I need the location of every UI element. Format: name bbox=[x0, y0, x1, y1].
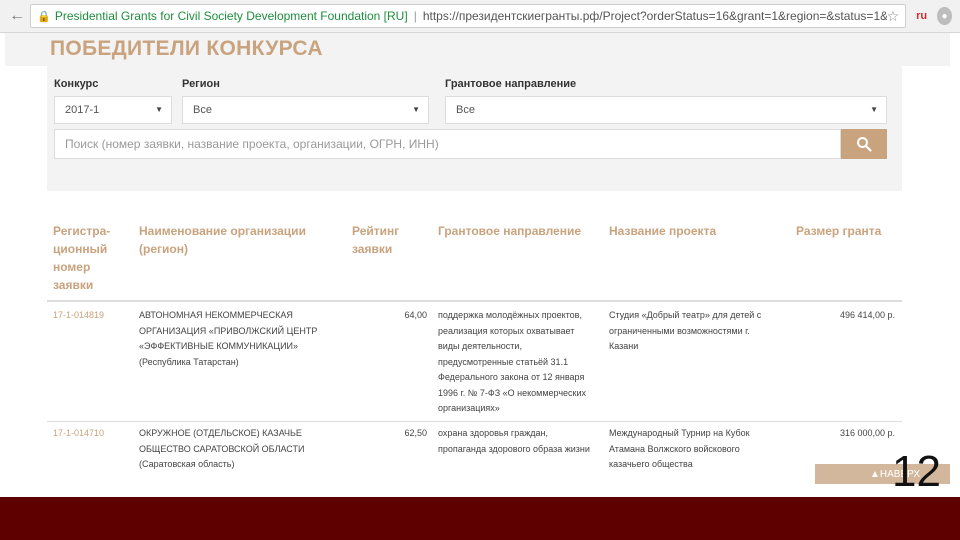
extension-ru-icon[interactable]: ru bbox=[916, 10, 927, 22]
browser-address-bar: ← 🔒 Presidential Grants for Civil Societ… bbox=[0, 0, 960, 33]
extension-profile-icon[interactable]: ● bbox=[937, 7, 952, 25]
rating-cell: 64,00 bbox=[404, 310, 427, 320]
region-label: Регион bbox=[182, 78, 220, 90]
reg-number-link[interactable]: 17-1-014819 bbox=[53, 308, 133, 324]
site-name: Presidential Grants for Civil Society De… bbox=[54, 9, 408, 23]
table-row: 17-1-014710 ОКРУЖНОЕ (ОТДЕЛЬСКОЕ) КАЗАЧЬ… bbox=[47, 426, 902, 476]
chevron-up-icon: ▲ bbox=[870, 468, 880, 480]
url-field[interactable]: 🔒 Presidential Grants for Civil Society … bbox=[30, 4, 907, 28]
back-arrow-icon[interactable]: ← bbox=[8, 5, 26, 27]
amount-cell: 496 414,00 р. bbox=[839, 310, 895, 320]
organization-cell: ОКРУЖНОЕ (ОТДЕЛЬСКОЕ) КАЗАЧЬЕ ОБЩЕСТВО С… bbox=[139, 428, 305, 469]
region-select[interactable]: Все ▼ bbox=[182, 96, 429, 124]
table-row: 17-1-014819 АВТОНОМНАЯ НЕКОММЕРЧЕСКАЯ ОР… bbox=[47, 308, 902, 420]
contest-value: 2017-1 bbox=[65, 104, 100, 116]
col-rating: Рейтинг заявки bbox=[352, 224, 400, 256]
chevron-down-icon: ▼ bbox=[155, 105, 163, 114]
title-band: ПОБЕДИТЕЛИ КОНКУРСА bbox=[5, 33, 950, 66]
region-value: Все bbox=[193, 104, 212, 116]
search-icon bbox=[857, 137, 872, 152]
chevron-down-icon: ▼ bbox=[412, 105, 420, 114]
lock-icon: 🔒 bbox=[37, 10, 51, 23]
direction-select[interactable]: Все ▼ bbox=[445, 96, 887, 124]
direction-cell: охрана здоровья граждан, пропаганда здор… bbox=[438, 428, 590, 454]
col-organization: Наименование организации (регион) bbox=[139, 224, 306, 256]
direction-label: Грантовое направление bbox=[445, 78, 577, 90]
bookmark-star-icon[interactable]: ☆ bbox=[887, 8, 900, 25]
col-amount: Размер гранта bbox=[796, 224, 882, 238]
project-cell: Студия «Добрый театр» для детей с ограни… bbox=[609, 310, 762, 351]
url-text: https://президентскиегранты.рф/Project?o… bbox=[422, 9, 887, 23]
organization-cell: АВТОНОМНАЯ НЕКОММЕРЧЕСКАЯ ОРГАНИЗАЦИЯ «П… bbox=[139, 310, 318, 367]
url-separator: | bbox=[413, 9, 417, 23]
col-reg-number: Регистра-ционный номер заявки bbox=[53, 224, 111, 292]
reg-number-link[interactable]: 17-1-014710 bbox=[53, 426, 133, 442]
amount-cell: 316 000,00 р. bbox=[839, 428, 895, 438]
table-header: Регистра-ционный номер заявки Наименован… bbox=[47, 218, 902, 302]
slide-number: 12 bbox=[892, 447, 941, 496]
project-cell: Международный Турнир на Кубок Атамана Во… bbox=[609, 428, 750, 469]
chevron-down-icon: ▼ bbox=[870, 105, 878, 114]
direction-value: Все bbox=[456, 104, 475, 116]
rating-cell: 62,50 bbox=[404, 428, 427, 438]
col-project: Название проекта bbox=[609, 224, 717, 238]
direction-cell: поддержка молодёжных проектов, реализаци… bbox=[438, 310, 587, 413]
row-divider bbox=[47, 421, 902, 422]
contest-label: Конкурс bbox=[54, 78, 99, 90]
col-direction: Грантовое направление bbox=[438, 224, 582, 238]
page-title: ПОБЕДИТЕЛИ КОНКУРСА bbox=[50, 37, 323, 60]
search-input[interactable]: Поиск (номер заявки, название проекта, о… bbox=[54, 129, 841, 159]
contest-select[interactable]: 2017-1 ▼ bbox=[54, 96, 172, 124]
footer-band bbox=[0, 497, 960, 540]
search-button[interactable] bbox=[841, 129, 887, 159]
filter-panel: Конкурс 2017-1 ▼ Регион Все ▼ Грантовое … bbox=[47, 66, 902, 191]
